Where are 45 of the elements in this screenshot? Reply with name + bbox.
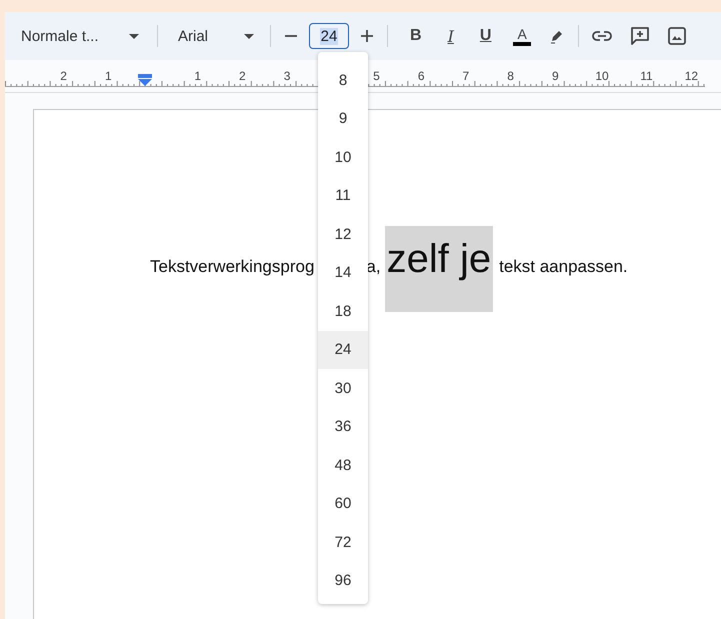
ruler-number: 11: [640, 69, 653, 83]
pencil-icon[interactable]: [548, 28, 565, 44]
ruler-number: 1: [194, 69, 202, 83]
selected-text: zelf je: [384, 226, 494, 312]
font-size-option[interactable]: 8: [318, 61, 368, 100]
font-size-option[interactable]: 14: [318, 254, 368, 292]
font-size-option[interactable]: 30: [318, 369, 368, 408]
font-size-option[interactable]: 72: [318, 523, 368, 562]
indent-marker[interactable]: [138, 74, 152, 86]
ruler-number: 6: [418, 69, 425, 83]
italic-button[interactable]: I: [444, 26, 458, 46]
caret-icon: [244, 34, 254, 38]
font-size-option[interactable]: 96: [318, 562, 368, 600]
image-icon[interactable]: [668, 27, 686, 45]
style-dropdown[interactable]: Normale t...: [21, 28, 153, 44]
link-icon[interactable]: [592, 30, 612, 42]
body-text: Tekstverwerkingsprog: [150, 257, 314, 277]
font-size-option[interactable]: 9: [318, 100, 368, 138]
underline-button[interactable]: U: [476, 27, 496, 45]
caret-icon: [129, 34, 139, 38]
font-size-option[interactable]: 24: [318, 330, 368, 369]
font-size-option[interactable]: 18: [318, 292, 368, 330]
font-size-option[interactable]: 60: [318, 484, 368, 523]
ruler-number: 12: [684, 69, 698, 83]
font-size-field[interactable]: 24: [309, 23, 349, 49]
plus-icon[interactable]: [360, 29, 374, 43]
add-comment-icon[interactable]: [630, 26, 650, 46]
font-size-option[interactable]: 11: [318, 176, 368, 215]
ruler-number: 8: [507, 69, 514, 83]
ruler-number: 10: [595, 69, 609, 83]
ruler-number: 3: [284, 69, 290, 83]
ruler-number: 1: [104, 69, 112, 83]
font-dropdown[interactable]: Arial: [162, 28, 266, 44]
body-text: tekst aanpassen.: [499, 257, 628, 277]
ruler-number: 7: [462, 69, 470, 83]
ruler-number: 5: [373, 69, 380, 83]
ruler-number: 9: [552, 69, 559, 83]
text-color-button[interactable]: A: [513, 26, 531, 46]
font-size-option[interactable]: 36: [318, 408, 368, 446]
bold-button[interactable]: B: [406, 27, 426, 45]
font-size-option[interactable]: 12: [318, 215, 368, 254]
ruler-number: 2: [239, 69, 246, 83]
font-size-option[interactable]: 10: [318, 138, 368, 176]
font-size-option[interactable]: 48: [318, 446, 368, 484]
ruler-number: 2: [60, 69, 67, 83]
